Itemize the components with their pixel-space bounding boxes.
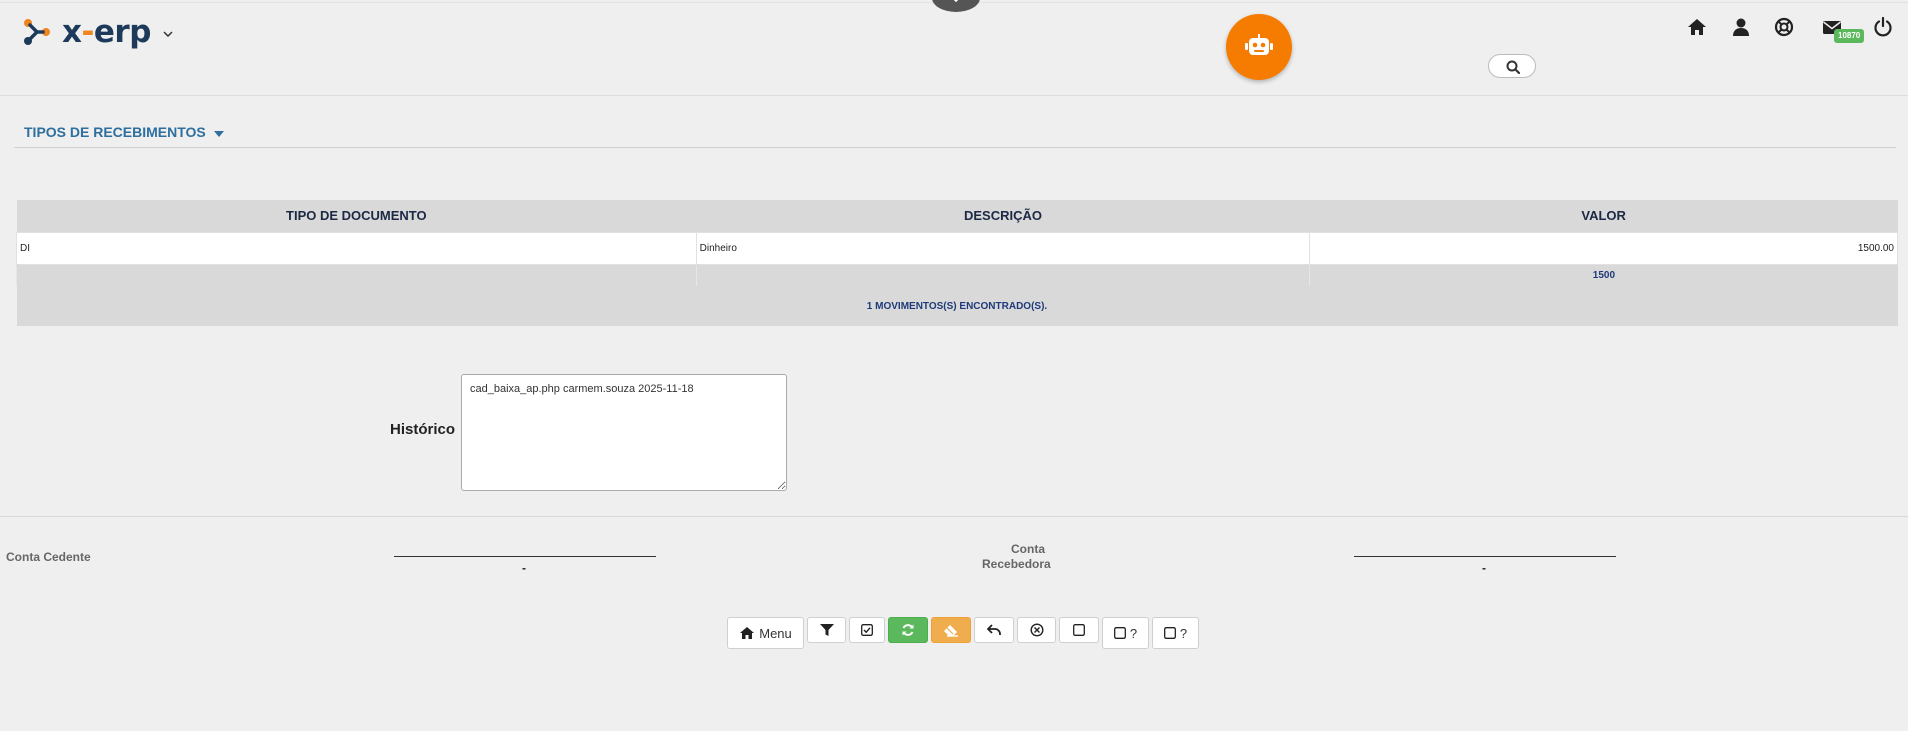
logo-mark-icon <box>22 17 52 47</box>
column-header-valor[interactable]: VALOR <box>1309 200 1898 232</box>
power-icon[interactable] <box>1872 16 1894 38</box>
table-row[interactable]: DI Dinheiro 1500.00 <box>16 231 1898 265</box>
help-label: ? <box>1129 625 1138 641</box>
chevron-down-icon <box>953 0 959 2</box>
search-button[interactable] <box>1488 54 1536 78</box>
menu-button-label: Menu <box>759 625 792 641</box>
section-divider <box>14 147 1896 148</box>
section-title: TIPOS DE RECEBIMENTOS <box>24 124 206 140</box>
conta-recebedora-label-line1: Conta <box>1011 542 1045 556</box>
checkbox-checked-icon <box>861 624 873 636</box>
robot-icon <box>1245 34 1273 55</box>
signature-dash-recebedora: - <box>1482 561 1486 575</box>
total-empty-cell <box>695 264 1310 286</box>
help-checkbox-button[interactable]: ? <box>1102 617 1149 649</box>
table-total-row: 1500 <box>16 264 1898 286</box>
section-title-toggle[interactable]: TIPOS DE RECEBIMENTOS <box>24 124 224 140</box>
filter-icon <box>819 623 834 636</box>
cell-descricao: Dinheiro <box>695 231 1311 265</box>
eraser-icon <box>944 624 958 637</box>
back-button[interactable] <box>974 617 1014 643</box>
home-icon <box>740 627 755 639</box>
refresh-icon <box>902 624 914 636</box>
cell-valor: 1500.00 <box>1309 231 1898 265</box>
assistant-bot-button[interactable] <box>1226 14 1292 80</box>
support-icon[interactable] <box>1773 16 1795 38</box>
help-label: ? <box>1179 625 1188 641</box>
records-found-text: 1 MOVIMENTOS(S) ENCONTRADO(S). <box>16 286 1898 326</box>
historico-textarea[interactable]: cad_baixa_ap.php carmem.souza 2025-11-18 <box>461 374 787 491</box>
signature-dash-cedente: - <box>522 561 526 575</box>
menu-button[interactable]: Menu <box>727 617 804 649</box>
app-logo[interactable]: x-erp <box>22 14 173 50</box>
action-toolbar: Menu ? ? <box>727 617 1199 649</box>
total-empty-cell <box>16 264 697 286</box>
receipts-table: TIPO DE DOCUMENTO DESCRIÇÃO VALOR DI Din… <box>16 200 1898 326</box>
user-icon[interactable] <box>1730 16 1752 38</box>
conta-recebedora-label-line2: Recebedora <box>982 557 1051 571</box>
mail-count-badge: 10870 <box>1834 29 1865 43</box>
checkbox-icon <box>1073 624 1085 636</box>
checkbox-icon <box>1113 627 1126 639</box>
home-icon[interactable] <box>1686 16 1708 38</box>
confirm-button[interactable] <box>849 617 885 643</box>
table-found-row: 1 MOVIMENTOS(S) ENCONTRADO(S). <box>16 286 1898 326</box>
conta-recebedora-label: Conta Recebedora <box>982 542 1051 572</box>
help-checkbox-button[interactable]: ? <box>1152 617 1199 649</box>
signature-line-recebedora <box>1354 556 1616 557</box>
undo-arrow-icon <box>987 624 1001 635</box>
top-bar: x-erp 10870 <box>0 0 1908 96</box>
checkbox-button[interactable] <box>1059 617 1099 643</box>
signature-line-cedente <box>394 556 656 557</box>
logo-wordmark: x-erp <box>62 14 151 50</box>
column-header-descricao[interactable]: DESCRIÇÃO <box>696 200 1310 232</box>
section-separator <box>0 516 1908 517</box>
conta-cedente-label: Conta Cedente <box>6 550 91 564</box>
filter-button[interactable] <box>807 617 846 643</box>
checkbox-icon <box>1163 627 1176 639</box>
caret-down-icon <box>213 130 224 137</box>
collapse-notch[interactable] <box>932 0 980 12</box>
cell-tipo: DI <box>16 231 697 265</box>
cancel-button[interactable] <box>1017 617 1056 643</box>
eraser-button[interactable] <box>931 617 971 643</box>
refresh-button[interactable] <box>888 617 928 643</box>
search-icon <box>1506 60 1520 74</box>
historico-label: Histórico <box>390 421 456 438</box>
table-header-row: TIPO DE DOCUMENTO DESCRIÇÃO VALOR <box>16 200 1898 232</box>
chevron-down-icon[interactable] <box>163 31 173 37</box>
column-header-tipo[interactable]: TIPO DE DOCUMENTO <box>16 200 697 232</box>
total-valor: 1500 <box>1309 264 1898 286</box>
close-circle-icon <box>1029 623 1044 637</box>
